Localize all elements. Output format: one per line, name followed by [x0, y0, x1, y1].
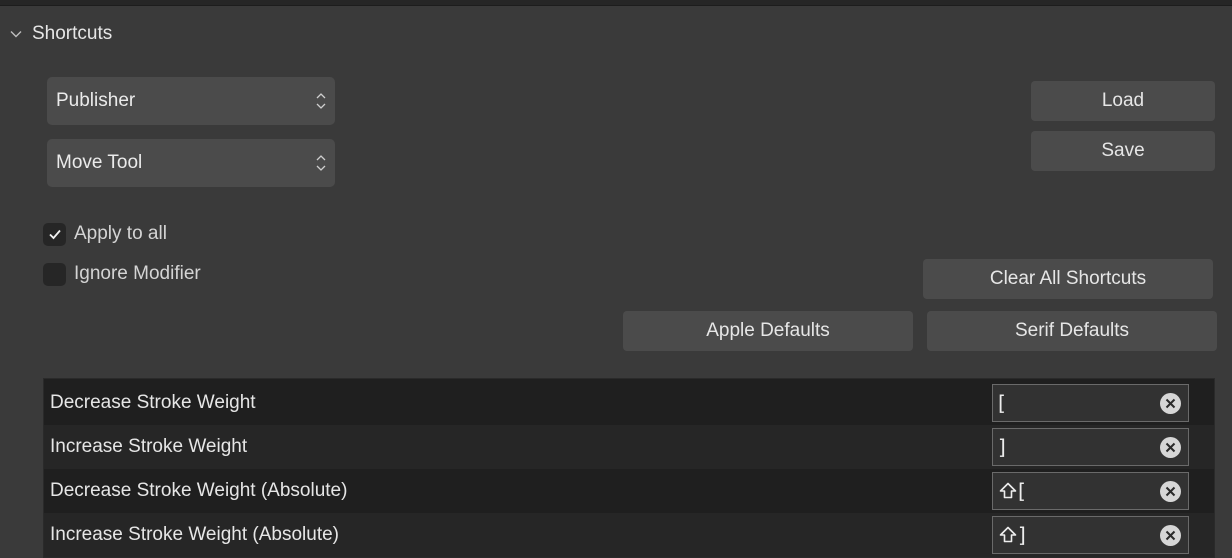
shift-icon — [999, 482, 1017, 499]
clear-circle-icon[interactable] — [1159, 524, 1182, 547]
shortcut-key-field[interactable]: ] — [992, 428, 1189, 466]
clear-circle-icon[interactable] — [1159, 436, 1182, 459]
checkmark-icon — [48, 229, 61, 240]
apply-to-all-checkbox-row[interactable]: Apply to all — [43, 221, 167, 247]
shift-icon — [999, 526, 1017, 543]
top-border — [0, 0, 1232, 6]
ignore-modifier-checkbox[interactable] — [43, 262, 66, 286]
tool-dropdown[interactable]: Move Tool — [47, 139, 335, 187]
shortcuts-table: Decrease Stroke Weight [ Increase Stroke… — [43, 378, 1215, 558]
shortcut-key: ] — [998, 435, 1006, 459]
section-header[interactable]: Shortcuts — [8, 20, 112, 48]
load-button[interactable]: Load — [1031, 81, 1215, 121]
tool-dropdown-value: Move Tool — [56, 152, 143, 173]
shortcut-key: ] — [1018, 523, 1026, 547]
ignore-modifier-checkbox-row[interactable]: Ignore Modifier — [43, 261, 201, 287]
chevron-down-icon[interactable] — [8, 26, 24, 42]
shortcut-label: Increase Stroke Weight (Absolute) — [50, 524, 340, 545]
shortcut-key: [ — [1018, 479, 1026, 503]
save-button[interactable]: Save — [1031, 131, 1215, 171]
apply-to-all-label: Apply to all — [74, 223, 167, 244]
apply-to-all-checkbox[interactable] — [43, 222, 66, 246]
shortcuts-panel: Shortcuts Publisher Move Tool Load Save … — [0, 0, 1232, 558]
shortcut-key-field[interactable]: [ — [992, 472, 1189, 510]
table-row[interactable]: Decrease Stroke Weight (Absolute) [ — [44, 469, 1214, 513]
category-dropdown[interactable]: Publisher — [47, 77, 335, 125]
up-down-arrows-icon — [316, 155, 326, 171]
shortcut-label: Increase Stroke Weight — [50, 436, 248, 457]
apple-defaults-button[interactable]: Apple Defaults — [623, 311, 913, 351]
ignore-modifier-label: Ignore Modifier — [74, 263, 201, 284]
section-title: Shortcuts — [32, 23, 113, 44]
shortcut-key-field[interactable]: [ — [992, 384, 1189, 422]
shortcut-label: Decrease Stroke Weight — [50, 392, 256, 413]
shortcut-key-field[interactable]: ] — [992, 516, 1189, 554]
clear-all-shortcuts-button[interactable]: Clear All Shortcuts — [923, 259, 1213, 299]
table-row[interactable]: Decrease Stroke Weight [ — [44, 381, 1214, 425]
shortcut-label: Decrease Stroke Weight (Absolute) — [50, 480, 348, 501]
table-row[interactable]: Increase Stroke Weight ] — [44, 425, 1214, 469]
category-dropdown-value: Publisher — [56, 90, 136, 111]
serif-defaults-button[interactable]: Serif Defaults — [927, 311, 1217, 351]
clear-circle-icon[interactable] — [1159, 392, 1182, 415]
clear-circle-icon[interactable] — [1159, 480, 1182, 503]
table-row[interactable]: Increase Stroke Weight (Absolute) ] — [44, 513, 1214, 557]
shortcut-key: [ — [998, 391, 1006, 415]
up-down-arrows-icon — [316, 93, 326, 109]
